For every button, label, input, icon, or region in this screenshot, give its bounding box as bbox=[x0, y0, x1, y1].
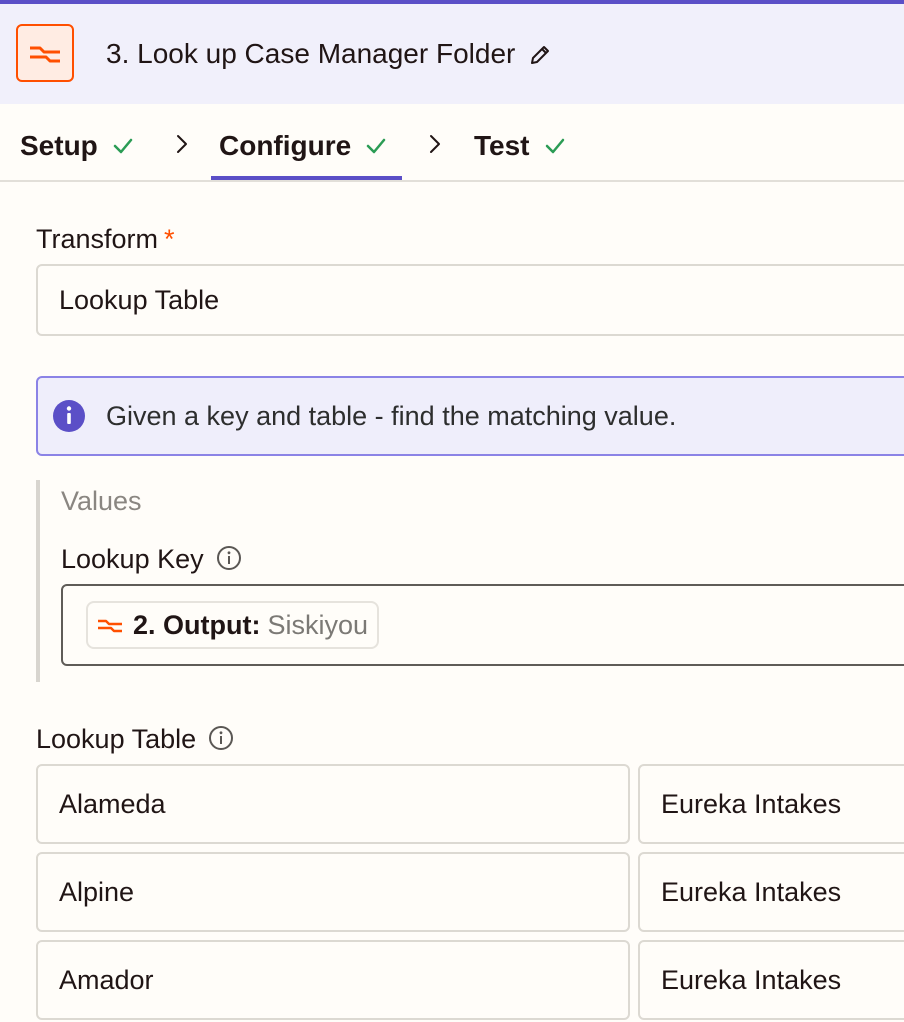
required-marker: * bbox=[164, 224, 175, 254]
lookup-table-key-input[interactable]: Amador bbox=[36, 940, 630, 1020]
lookup-table-value-input[interactable]: Eureka Intakes bbox=[638, 852, 904, 932]
lookup-table-value-input[interactable]: Eureka Intakes bbox=[638, 764, 904, 844]
lookup-table-key-text: Alpine bbox=[59, 876, 135, 907]
tab-setup[interactable]: Setup bbox=[20, 126, 134, 166]
tab-configure-label: Configure bbox=[219, 130, 352, 161]
chevron-right-icon bbox=[430, 135, 440, 153]
lookup-key-field[interactable]: 2. Output: Siskiyou bbox=[61, 584, 904, 666]
pill-step-label: 2. Output: bbox=[133, 609, 261, 640]
formatter-icon bbox=[98, 619, 122, 633]
lookup-table-label-text: Lookup Table bbox=[36, 724, 197, 754]
chevron-right-icon bbox=[177, 135, 187, 153]
lookup-table-value-input[interactable]: Eureka Intakes bbox=[638, 940, 904, 1020]
lookup-table-value-text: Eureka Intakes bbox=[661, 788, 842, 819]
check-icon bbox=[113, 138, 133, 154]
info-alert: Given a key and table - find the matchin… bbox=[36, 376, 904, 456]
lookup-table-key-input[interactable]: Alameda bbox=[36, 764, 630, 844]
tab-test[interactable]: Test bbox=[474, 126, 566, 166]
active-tab-indicator bbox=[211, 176, 402, 180]
tab-test-label: Test bbox=[474, 130, 530, 161]
info-icon[interactable] bbox=[216, 545, 242, 571]
step-title-text: 3. Look up Case Manager Folder bbox=[106, 38, 516, 69]
lookup-key-label: Lookup Key bbox=[61, 544, 242, 575]
pill-value: Siskiyou bbox=[267, 609, 369, 640]
values-heading: Values bbox=[61, 486, 142, 516]
lookup-table-value-text: Eureka Intakes bbox=[661, 964, 842, 995]
formatter-icon bbox=[30, 46, 60, 63]
info-filled-icon bbox=[53, 400, 85, 432]
transform-select-value: Lookup Table bbox=[59, 284, 220, 315]
pencil-icon[interactable] bbox=[527, 41, 553, 67]
transform-select[interactable]: Lookup Table bbox=[36, 264, 904, 336]
mapped-field-pill[interactable]: 2. Output: Siskiyou bbox=[86, 601, 380, 649]
tab-setup-label: Setup bbox=[20, 130, 98, 161]
lookup-table-key-text: Alameda bbox=[59, 788, 166, 819]
info-icon[interactable] bbox=[208, 725, 234, 751]
info-alert-text: Given a key and table - find the matchin… bbox=[106, 400, 677, 431]
check-icon bbox=[366, 138, 386, 154]
step-title: 3. Look up Case Manager Folder bbox=[106, 36, 553, 72]
step-header: 3. Look up Case Manager Folder bbox=[0, 4, 904, 104]
lookup-table-label: Lookup Table bbox=[36, 724, 234, 755]
lookup-table-key-text: Amador bbox=[59, 964, 154, 995]
lookup-table-key-input[interactable]: Alpine bbox=[36, 852, 630, 932]
tab-configure[interactable]: Configure bbox=[219, 126, 387, 166]
formatter-app-icon bbox=[16, 24, 74, 82]
values-group: Values Lookup Key 2. Output: Siskiyou bbox=[36, 480, 904, 682]
transform-label: Transform * bbox=[36, 224, 175, 255]
step-tabs: Setup Configure Test bbox=[0, 104, 904, 182]
lookup-key-label-text: Lookup Key bbox=[61, 544, 204, 574]
check-icon bbox=[545, 138, 564, 154]
lookup-table-value-text: Eureka Intakes bbox=[661, 876, 842, 907]
transform-label-text: Transform bbox=[36, 224, 159, 254]
